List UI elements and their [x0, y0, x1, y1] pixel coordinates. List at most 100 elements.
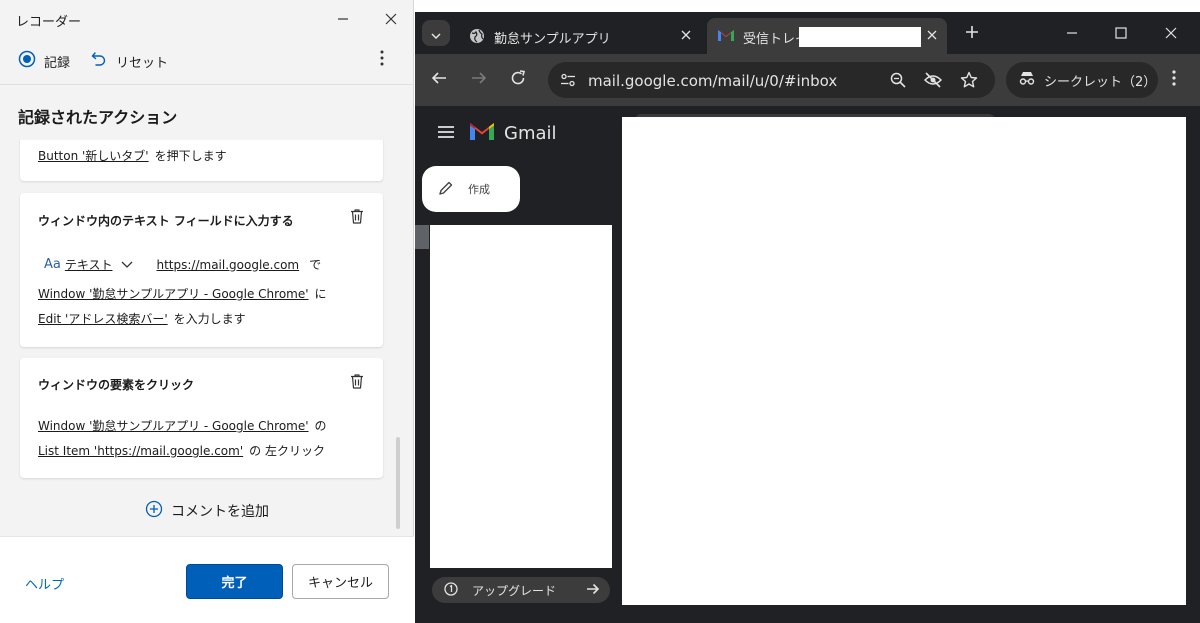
arrow-right-icon	[586, 582, 600, 599]
toolbar-divider	[0, 84, 414, 85]
input-value-row: Aa テキスト https://mail.google.com で	[44, 256, 321, 273]
text-type-icon: Aa	[44, 257, 61, 272]
close-icon	[1165, 24, 1177, 43]
action-line: Edit 'アドレス検索バー' を入力します	[38, 310, 246, 327]
add-comment-button[interactable]: コメントを追加	[145, 500, 269, 522]
action-text: を入力します	[173, 312, 246, 326]
close-tab-button[interactable]	[924, 28, 940, 44]
new-tab-button[interactable]	[962, 23, 982, 43]
action-card: ウィンドウの要素をクリック Window '勤怠サンプルアプリ - Google…	[20, 358, 383, 478]
redacted-box	[799, 27, 921, 47]
input-value-link[interactable]: https://mail.google.com	[157, 258, 300, 272]
input-type-dropdown[interactable]: テキスト	[65, 256, 113, 273]
action-target-link[interactable]: Edit 'アドレス検索バー'	[38, 312, 168, 326]
actions-list[interactable]: Button '新しいタブ' を押下します ウィンドウ内のテキスト フィールドに入…	[0, 140, 414, 536]
add-comment-label: コメントを追加	[171, 504, 269, 520]
address-bar[interactable]: mail.google.com/mail/u/0/#inbox	[548, 62, 995, 98]
action-target-link[interactable]: Button '新しいタブ'	[38, 149, 149, 163]
sidebar-redacted-area	[430, 225, 612, 568]
navigation-bar: mail.google.com/mail/u/0/#inbox シークレット（2…	[415, 54, 1200, 106]
more-vertical-icon	[380, 50, 384, 70]
record-radio-icon	[18, 50, 36, 72]
delete-action-button[interactable]	[347, 373, 367, 393]
cancel-button[interactable]: キャンセル	[292, 564, 389, 599]
add-circle-icon	[145, 500, 163, 522]
arrow-left-icon	[431, 70, 447, 90]
reset-label: リセット	[116, 55, 169, 71]
gmail-logo[interactable]: Gmail	[468, 120, 557, 146]
minimize-icon	[1066, 24, 1078, 43]
minimize-icon	[337, 10, 349, 29]
action-title: ウィンドウ内のテキスト フィールドに入力する	[38, 214, 294, 228]
delete-action-button[interactable]	[347, 208, 367, 228]
reload-icon	[510, 70, 526, 90]
compose-button[interactable]: 作成	[422, 166, 520, 212]
gmail-favicon-icon	[717, 28, 735, 46]
storage-info-icon	[444, 581, 458, 599]
incognito-icon	[1018, 70, 1036, 90]
maximize-icon	[1115, 24, 1127, 43]
close-window-button[interactable]	[1161, 23, 1181, 43]
more-options-button[interactable]	[372, 50, 392, 70]
pencil-icon	[438, 180, 454, 199]
inbox-redacted-area	[622, 117, 1186, 605]
record-button[interactable]: 記録	[18, 50, 70, 72]
action-card: ウィンドウ内のテキスト フィールドに入力する Aa テキスト https://m…	[20, 193, 383, 347]
chrome-menu-button[interactable]	[1163, 69, 1185, 91]
reload-button[interactable]	[507, 69, 529, 91]
star-icon[interactable]	[960, 71, 978, 93]
action-line: List Item 'https://mail.google.com' の 左クリ…	[38, 442, 325, 459]
arrow-right-icon	[471, 70, 487, 90]
tab-title: 勤怠サンプルアプリ	[494, 32, 611, 47]
reset-button[interactable]: リセット	[90, 50, 168, 72]
recorder-window: レコーダー 記録 リセット 記録されたアクション Button '新しいタブ' …	[0, 0, 414, 623]
chevron-down-icon[interactable]	[121, 258, 133, 272]
action-text: に	[314, 287, 327, 301]
action-line: Window '勤怠サンプルアプリ - Google Chrome' の	[38, 417, 327, 434]
done-button[interactable]: 完了	[186, 564, 283, 599]
eye-off-icon[interactable]	[923, 72, 943, 92]
tab-gmail-inbox[interactable]: 受信トレイ	[707, 18, 947, 54]
close-button[interactable]	[368, 4, 414, 34]
recorder-toolbar: 記録 リセット	[0, 42, 414, 78]
recorder-titlebar: レコーダー	[0, 0, 414, 38]
close-tab-button[interactable]	[678, 28, 694, 44]
hamburger-icon	[437, 124, 455, 143]
zoom-icon[interactable]	[890, 72, 906, 92]
url-text: mail.google.com/mail/u/0/#inbox	[588, 72, 838, 90]
undo-icon	[90, 50, 108, 72]
tab-strip: 勤怠サンプルアプリ 受信トレイ	[415, 12, 1200, 54]
upgrade-button[interactable]: アップグレード	[432, 577, 610, 603]
recorded-actions-heading: 記録されたアクション	[18, 108, 178, 127]
action-text: の 左クリック	[249, 444, 325, 458]
screen: レコーダー 記録 リセット 記録されたアクション Button '新しいタブ' …	[0, 0, 1200, 623]
back-button[interactable]	[428, 69, 450, 91]
minimize-button[interactable]	[320, 4, 366, 34]
forward-button[interactable]	[468, 69, 490, 91]
recorder-title: レコーダー	[16, 15, 82, 30]
actions-scrollbar[interactable]	[396, 437, 400, 529]
minimize-button[interactable]	[1062, 23, 1082, 43]
tab-attendance-app[interactable]: 勤怠サンプルアプリ	[457, 18, 701, 54]
action-target-link[interactable]: Window '勤怠サンプルアプリ - Google Chrome'	[38, 287, 309, 301]
action-target-link[interactable]: List Item 'https://mail.google.com'	[38, 444, 243, 458]
trash-icon	[348, 207, 366, 229]
tab-search-button[interactable]	[422, 20, 450, 46]
recorder-footer: ヘルプ 完了 キャンセル	[0, 536, 414, 623]
plus-icon	[965, 24, 979, 43]
action-target-link[interactable]: Window '勤怠サンプルアプリ - Google Chrome'	[38, 419, 309, 433]
main-menu-button[interactable]	[437, 124, 455, 138]
incognito-indicator[interactable]: シークレット（2）	[1006, 62, 1158, 98]
help-link[interactable]: ヘルプ	[25, 574, 64, 593]
compose-label: 作成	[468, 183, 490, 196]
input-suffix: で	[309, 258, 322, 272]
site-settings-icon[interactable]	[560, 72, 576, 92]
gmail-page: Gmail 作成 アップグレード	[415, 106, 1200, 623]
action-title: ウィンドウの要素をクリック	[38, 378, 195, 392]
globe-icon	[469, 28, 485, 48]
action-line: Window '勤怠サンプルアプリ - Google Chrome' に	[38, 285, 327, 302]
close-icon	[681, 29, 691, 44]
action-text: を押下します	[154, 149, 227, 163]
maximize-button[interactable]	[1111, 23, 1131, 43]
upgrade-label: アップグレード	[472, 583, 557, 598]
